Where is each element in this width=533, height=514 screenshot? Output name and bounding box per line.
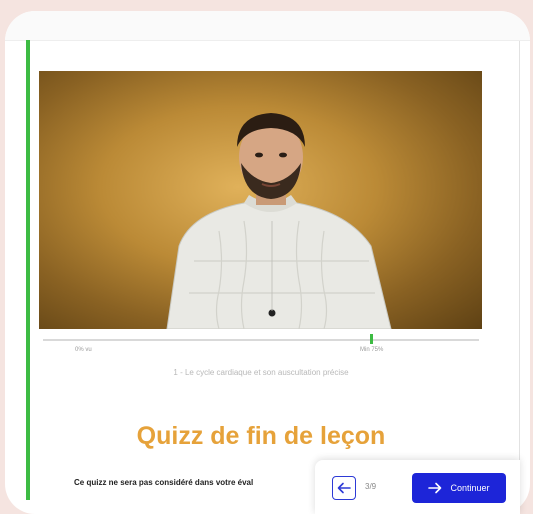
step-counter: 3/9 (365, 482, 377, 491)
arrow-right-icon (428, 482, 442, 494)
continue-button[interactable]: Continuer (412, 473, 506, 503)
lesson-progress-sidebar (26, 40, 30, 500)
presenter-eye-right (279, 152, 287, 158)
lesson-subtitle: 1 - Le cycle cardiaque et son auscultati… (173, 368, 349, 377)
previous-button[interactable] (332, 476, 356, 500)
card-top-bar (5, 11, 530, 41)
progress-min-label: Min 75% (360, 347, 384, 353)
content-divider (519, 41, 520, 514)
continue-label: Continuer (450, 483, 490, 493)
arrow-left-icon (337, 482, 351, 494)
quiz-title: Quizz de fin de leçon (136, 422, 386, 450)
video-frame (166, 113, 392, 329)
minimum-watch-marker (370, 334, 373, 344)
presenter-sweater (166, 202, 392, 329)
lesson-navigation: 3/9 Continuer (315, 460, 520, 514)
progress-start-label: 0% vu (75, 347, 92, 353)
presenter-eye-left (255, 152, 263, 158)
video-player[interactable] (39, 71, 482, 329)
quiz-description: Ce quizz ne sera pas considéré dans votr… (74, 478, 254, 487)
video-progress-track[interactable] (43, 339, 479, 341)
